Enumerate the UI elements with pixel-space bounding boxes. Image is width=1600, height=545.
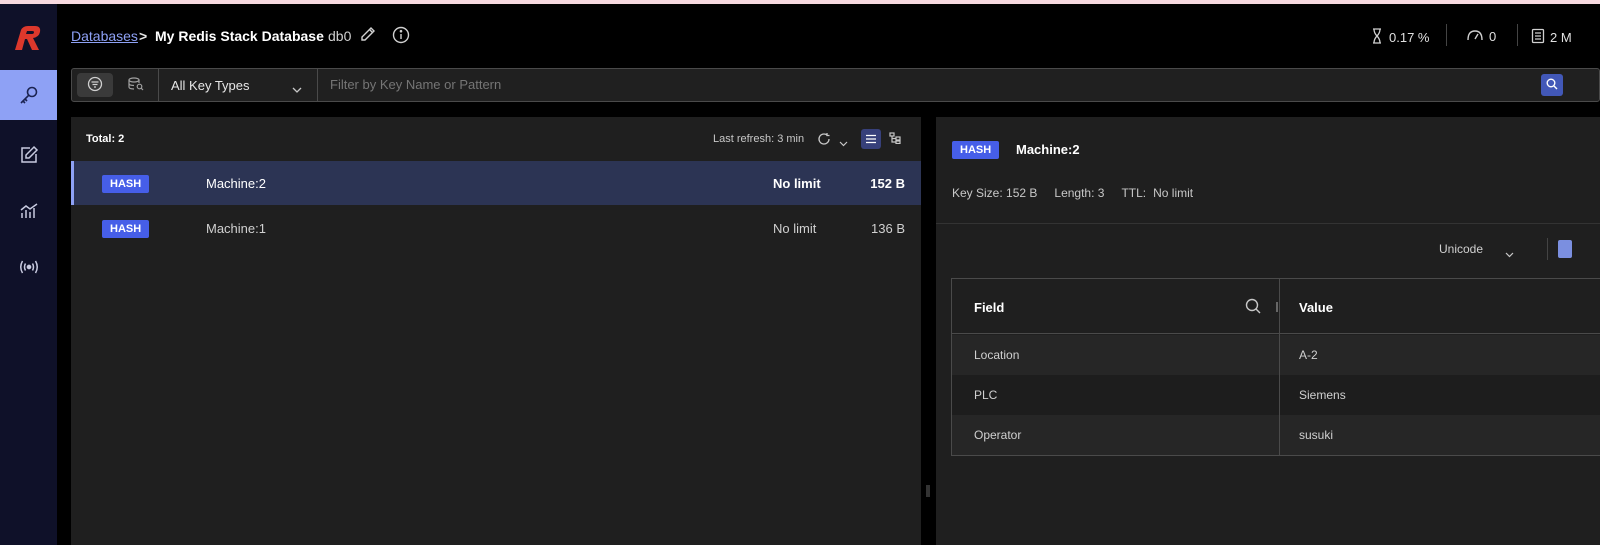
stat-divider: [1446, 24, 1447, 46]
key-size-info: Key Size: 152 B: [952, 186, 1038, 200]
value-cell: A-2: [1299, 348, 1318, 362]
key-ttl: No limit: [773, 221, 817, 236]
column-divider: [1279, 279, 1280, 455]
list-view-button[interactable]: [861, 129, 881, 149]
tree-icon: [889, 131, 901, 147]
key-filter-bar: All Key Types: [71, 68, 1600, 102]
table-row[interactable]: PLC Siemens: [952, 375, 1600, 415]
key-type-select[interactable]: All Key Types: [159, 69, 318, 101]
chevron-down-icon[interactable]: [1505, 246, 1514, 261]
database-name: My Redis Stack Database: [155, 28, 324, 44]
breadcrumb-separator: >: [139, 28, 148, 44]
key-size: 152 B: [870, 176, 905, 191]
refresh-icon[interactable]: [817, 132, 831, 149]
redis-logo-icon[interactable]: [12, 24, 44, 54]
format-select[interactable]: Unicode: [1439, 242, 1483, 256]
selected-key-name[interactable]: Machine:2: [1016, 142, 1080, 157]
edit-icon: [19, 145, 39, 165]
memory-value: 2 M: [1550, 30, 1572, 45]
breadcrumb-databases-link[interactable]: Databases: [71, 28, 138, 44]
pencil-icon[interactable]: [360, 26, 376, 45]
speedometer-icon: [1466, 28, 1484, 45]
field-cell: Operator: [974, 428, 1022, 442]
search-button[interactable]: [1541, 74, 1563, 96]
key-size: 136 B: [871, 221, 905, 236]
key-length-info: Length: 3: [1054, 186, 1105, 200]
search-mode-toggle: [72, 69, 159, 101]
search-icon[interactable]: [1245, 298, 1261, 317]
key-meta: Key Size: 152 B Length: 3 TTL: No limit: [952, 186, 1193, 200]
key-name: Machine:2: [206, 176, 266, 191]
last-refresh-label: Last refresh: 3 min: [713, 133, 805, 145]
hash-fields-table: Field Value Location A-2 PLC Siemens Ope…: [951, 278, 1600, 456]
key-type-badge: HASH: [952, 141, 1000, 159]
field-cell: Location: [974, 348, 1020, 362]
sidebar-nav: [0, 4, 57, 545]
sidebar-item-browser[interactable]: [0, 70, 57, 120]
sidebar-item-analysis[interactable]: [0, 186, 57, 236]
key-row[interactable]: HASH Machine:2 No limit 152 B: [71, 161, 921, 205]
redisearch-mode-button[interactable]: [118, 73, 154, 97]
ttl-value[interactable]: No limit: [1153, 186, 1193, 200]
keys-total: Total: 2: [86, 133, 125, 145]
value-cell: susuki: [1299, 428, 1334, 442]
column-resize-handle[interactable]: [1276, 302, 1278, 312]
memory-stat: 2 M: [1531, 28, 1572, 47]
field-cell: PLC: [974, 388, 998, 402]
add-fields-button[interactable]: [1558, 240, 1572, 258]
filter-mode-button[interactable]: [77, 73, 113, 97]
key-details-panel: HASH Machine:2 Key Size: 152 B Length: 3…: [936, 117, 1600, 545]
search-icon: [1546, 78, 1558, 93]
key-name: Machine:1: [206, 221, 266, 236]
analytics-icon: [19, 201, 39, 221]
filter-icon: [87, 76, 103, 95]
toolbar-divider: [1547, 238, 1548, 260]
memory-icon: [1531, 28, 1545, 47]
top-header: Databases > My Redis Stack Database db0 …: [57, 4, 1600, 66]
database-search-icon: [127, 76, 145, 94]
chevron-down-icon: [292, 81, 302, 96]
pubsub-icon: [18, 257, 40, 277]
tree-view-button[interactable]: [885, 129, 905, 149]
panel-resize-handle[interactable]: [925, 484, 931, 498]
table-header: Field Value: [952, 279, 1600, 334]
key-ttl: No limit: [773, 176, 821, 191]
sidebar-item-workbench[interactable]: [0, 130, 57, 180]
list-icon: [865, 132, 877, 147]
key-type-badge: HASH: [102, 220, 150, 238]
value-cell: Siemens: [1299, 388, 1346, 402]
stat-divider: [1517, 24, 1518, 46]
key-type-badge: HASH: [102, 175, 150, 193]
value-column-header: Value: [1299, 300, 1333, 315]
key-pattern-search-input[interactable]: [330, 77, 1510, 92]
field-column-header: Field: [974, 300, 1005, 315]
key-list-panel: Total: 2 Last refresh: 3 min HASH Machin: [71, 117, 921, 545]
ops-value: 0: [1489, 29, 1497, 44]
key-type-value: All Key Types: [171, 78, 250, 93]
cpu-value: 0.17 %: [1389, 30, 1430, 45]
sidebar-item-pubsub[interactable]: [0, 242, 57, 292]
table-row[interactable]: Operator susuki: [952, 415, 1600, 455]
key-row[interactable]: HASH Machine:1 No limit 136 B: [71, 206, 921, 250]
cpu-icon: [1370, 28, 1384, 47]
db-index: db0: [328, 28, 352, 44]
ops-stat: 0: [1466, 28, 1496, 45]
divider: [936, 223, 1600, 224]
auto-refresh-chevron-icon[interactable]: [839, 135, 848, 150]
key-icon: [18, 84, 40, 106]
table-row[interactable]: Location A-2: [952, 335, 1600, 375]
cpu-stat: 0.17 %: [1370, 28, 1429, 47]
info-icon[interactable]: [392, 26, 410, 47]
ttl-label: TTL:: [1121, 186, 1147, 200]
